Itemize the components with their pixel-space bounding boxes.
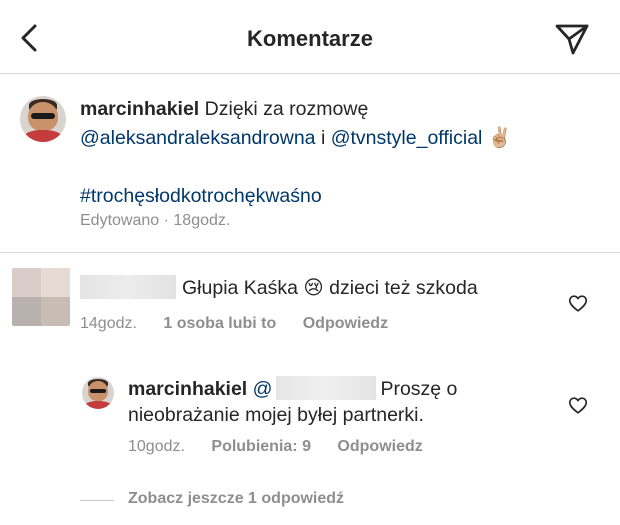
header-bar: Komentarze: [0, 0, 620, 74]
mention-link[interactable]: @: [253, 378, 273, 400]
blurred-avatar-block: [41, 297, 70, 326]
caption-text-start: Dzięki za rozmowę: [204, 98, 369, 120]
comment-text-part: dzieci też szkoda: [329, 277, 478, 299]
caption-username[interactable]: marcinhakiel: [80, 98, 199, 120]
comment-text-part: Głupia Kaśka: [182, 277, 298, 299]
comment-meta: 10godz. Polubienia: 9 Odpowiedz: [128, 438, 423, 456]
divider-line: [80, 500, 114, 501]
paper-plane-icon: [555, 24, 589, 55]
comment-username[interactable]: marcinhakiel: [128, 378, 247, 400]
share-button[interactable]: [554, 22, 590, 56]
comment-text: Głupia Kaśka 😢 dzieci też szkoda: [80, 275, 550, 301]
reply-button[interactable]: Odpowiedz: [337, 438, 422, 455]
edited-label: Edytowano: [80, 212, 160, 229]
likes-count-link[interactable]: Polubienia: 9: [211, 438, 311, 455]
heart-icon: [568, 397, 588, 414]
like-button[interactable]: [567, 292, 589, 314]
blurred-avatar-block: [41, 268, 70, 297]
blurred-avatar-block: [12, 268, 41, 297]
caption-meta: Edytowano · 18godz.: [80, 212, 230, 230]
redacted-username: [80, 275, 176, 299]
heart-icon: [568, 295, 588, 312]
comment-text-part: Proszę o: [380, 378, 458, 400]
caption-conjunction: i: [320, 127, 326, 149]
reply-button[interactable]: Odpowiedz: [303, 315, 388, 332]
comment-text: marcinhakiel @ Proszę o nieobrażanie moje…: [128, 376, 558, 428]
page-title: Komentarze: [247, 26, 373, 51]
victory-hand-emoji: ✌🏼: [487, 127, 513, 149]
timestamp: 18godz.: [173, 212, 231, 229]
avatar[interactable]: [12, 268, 70, 326]
avatar[interactable]: [20, 96, 66, 142]
reply-item: marcinhakiel @ Proszę o nieobrażanie moje…: [0, 370, 620, 470]
hashtag-link[interactable]: #trochęsłodkotrochękwaśno: [80, 185, 322, 207]
timestamp: 14godz.: [80, 315, 137, 332]
mention-link[interactable]: @tvnstyle_official: [331, 127, 483, 149]
comment-text-part: nieobrażanie mojej byłej partnerki.: [128, 404, 424, 426]
comment-meta: 14godz. 1 osoba lubi to Odpowiedz: [80, 315, 388, 333]
redacted-mention: [276, 376, 377, 400]
view-more-label: Zobacz jeszcze 1 odpowiedź: [128, 490, 345, 507]
like-button[interactable]: [567, 394, 589, 416]
comment-item: Głupia Kaśka 😢 dzieci też szkoda 14godz.…: [0, 260, 620, 340]
timestamp: 10godz.: [128, 438, 185, 455]
likes-count-link[interactable]: 1 osoba lubi to: [163, 315, 276, 332]
crying-face-emoji: 😢: [303, 277, 324, 299]
caption-text: marcinhakiel Dzięki za rozmowę @aleksand…: [80, 95, 600, 211]
mention-link[interactable]: @aleksandraleksandrowna: [80, 127, 316, 149]
post-caption: marcinhakiel Dzięki za rozmowę @aleksand…: [0, 75, 620, 253]
avatar[interactable]: [82, 377, 114, 409]
separator-dot: ·: [163, 212, 169, 229]
blurred-avatar-block: [12, 297, 41, 326]
